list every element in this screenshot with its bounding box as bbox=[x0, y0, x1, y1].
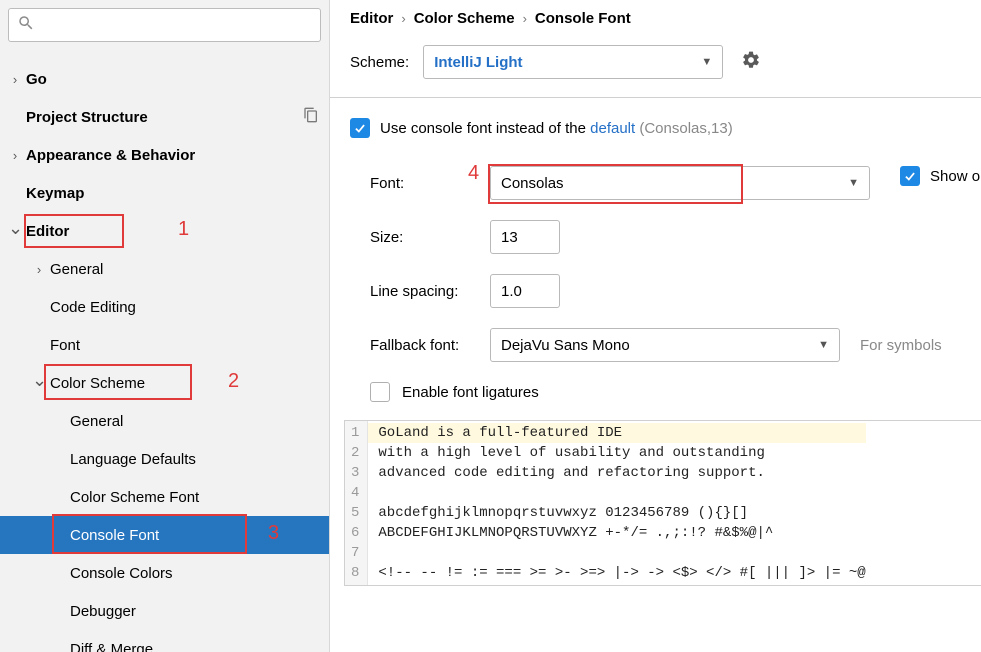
sidebar-item-label: Console Colors bbox=[70, 565, 319, 582]
sidebar-item-color-scheme[interactable]: ⌄Color Scheme2 bbox=[0, 364, 329, 402]
sidebar-item-font[interactable]: ›Font bbox=[0, 326, 329, 364]
use-console-font-checkbox[interactable] bbox=[350, 118, 370, 138]
show-monospaced-label: Show o bbox=[930, 168, 980, 185]
preview-code: GoLand is a full-featured IDEwith a high… bbox=[368, 421, 871, 585]
sidebar-item-color-scheme-font[interactable]: ›Color Scheme Font bbox=[0, 478, 329, 516]
settings-sidebar: ›Go›Project Structure›Appearance & Behav… bbox=[0, 0, 330, 652]
sidebar-item-diff-merge[interactable]: ›Diff & Merge bbox=[0, 630, 329, 652]
sidebar-item-language-defaults[interactable]: ›Language Defaults bbox=[0, 440, 329, 478]
font-preview: 12345678 GoLand is a full-featured IDEwi… bbox=[344, 420, 981, 586]
use-console-font-label: Use console font instead of the default … bbox=[380, 120, 733, 137]
scheme-select[interactable]: IntelliJ Light ▼ bbox=[423, 45, 723, 79]
sidebar-item-label: Debugger bbox=[70, 603, 319, 620]
chevron-right-icon: › bbox=[8, 148, 22, 163]
settings-tree: ›Go›Project Structure›Appearance & Behav… bbox=[0, 50, 329, 652]
preview-gutter: 12345678 bbox=[345, 421, 368, 585]
font-value: Consolas bbox=[501, 175, 564, 192]
scheme-value: IntelliJ Light bbox=[434, 54, 522, 71]
sidebar-item-label: Keymap bbox=[26, 185, 319, 202]
chevron-down-icon: ▼ bbox=[701, 56, 712, 68]
sidebar-item-label: General bbox=[50, 261, 319, 278]
sidebar-item-console-font[interactable]: ›Console Font3 bbox=[0, 516, 329, 554]
sidebar-item-label: Code Editing bbox=[50, 299, 319, 316]
sidebar-item-label: Color Scheme Font bbox=[70, 489, 319, 506]
scheme-label: Scheme: bbox=[350, 54, 409, 71]
default-link[interactable]: default bbox=[590, 120, 635, 137]
size-input[interactable]: 13 bbox=[490, 220, 560, 254]
chevron-right-icon: › bbox=[8, 72, 22, 87]
sidebar-item-general[interactable]: ›General bbox=[0, 402, 329, 440]
ligatures-label: Enable font ligatures bbox=[402, 384, 539, 401]
sidebar-item-label: Font bbox=[50, 337, 319, 354]
sidebar-item-editor[interactable]: ⌄Editor1 bbox=[0, 212, 329, 250]
fallback-font-value: DejaVu Sans Mono bbox=[501, 337, 630, 354]
sidebar-item-label: Project Structure bbox=[26, 109, 303, 126]
fallback-font-select[interactable]: DejaVu Sans Mono ▼ bbox=[490, 328, 840, 362]
font-label: Font: bbox=[370, 175, 490, 192]
chevron-right-icon: › bbox=[523, 11, 527, 26]
sidebar-item-label: Color Scheme bbox=[50, 375, 319, 392]
breadcrumb-item[interactable]: Editor bbox=[350, 10, 393, 27]
line-spacing-label: Line spacing: bbox=[370, 283, 490, 300]
sidebar-item-code-editing[interactable]: ›Code Editing bbox=[0, 288, 329, 326]
sidebar-item-appearance-behavior[interactable]: › Appearance & Behavior bbox=[0, 136, 329, 174]
fallback-label: Fallback font: bbox=[370, 337, 490, 354]
main-panel: Editor › Color Scheme › Console Font Sch… bbox=[330, 0, 981, 652]
sidebar-item-project-structure[interactable]: ›Project Structure bbox=[0, 98, 329, 136]
sidebar-item-label: Appearance & Behavior bbox=[26, 147, 319, 164]
sidebar-item-console-colors[interactable]: ›Console Colors bbox=[0, 554, 329, 592]
size-label: Size: bbox=[370, 229, 490, 246]
sidebar-item-label: Go bbox=[26, 71, 319, 88]
sidebar-item-go[interactable]: › Go bbox=[0, 60, 329, 98]
search-icon bbox=[17, 14, 35, 36]
gear-icon bbox=[741, 50, 761, 74]
sidebar-item-label: Console Font bbox=[70, 527, 319, 544]
sidebar-item-debugger[interactable]: ›Debugger bbox=[0, 592, 329, 630]
copy-icon[interactable] bbox=[303, 107, 319, 127]
font-select[interactable]: Consolas ▼ bbox=[490, 166, 870, 200]
fallback-hint: For symbols bbox=[860, 337, 942, 354]
sidebar-item-label: Language Defaults bbox=[70, 451, 319, 468]
chevron-right-icon: › bbox=[32, 262, 46, 277]
sidebar-item-label: Diff & Merge bbox=[70, 641, 319, 652]
breadcrumb-item[interactable]: Console Font bbox=[535, 10, 631, 27]
sidebar-item-general[interactable]: › General bbox=[0, 250, 329, 288]
sidebar-item-label: Editor bbox=[26, 223, 319, 240]
line-spacing-input[interactable]: 1.0 bbox=[490, 274, 560, 308]
chevron-down-icon: ▼ bbox=[818, 339, 829, 351]
chevron-right-icon: › bbox=[401, 11, 405, 26]
chevron-down-icon: ⌄ bbox=[8, 223, 22, 233]
ligatures-checkbox[interactable] bbox=[370, 382, 390, 402]
search-input-wrapper[interactable] bbox=[8, 8, 321, 42]
breadcrumb-item[interactable]: Color Scheme bbox=[414, 10, 515, 27]
show-monospaced-checkbox[interactable] bbox=[900, 166, 920, 186]
breadcrumb: Editor › Color Scheme › Console Font bbox=[330, 0, 981, 45]
chevron-down-icon: ▼ bbox=[848, 177, 859, 189]
chevron-down-icon: ⌄ bbox=[32, 375, 46, 385]
sidebar-item-label: General bbox=[70, 413, 319, 430]
scheme-gear-button[interactable] bbox=[737, 48, 765, 76]
sidebar-item-keymap[interactable]: ›Keymap bbox=[0, 174, 329, 212]
search-input[interactable] bbox=[41, 17, 312, 34]
